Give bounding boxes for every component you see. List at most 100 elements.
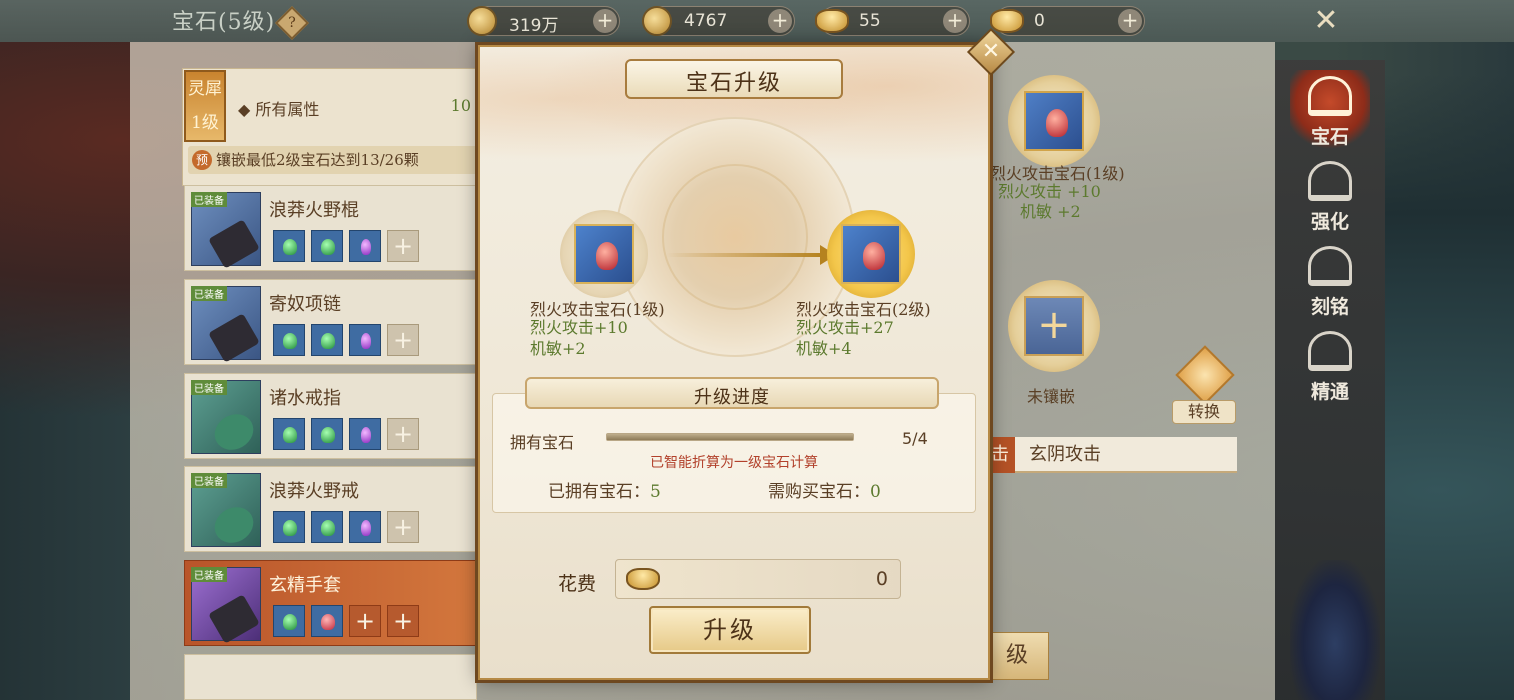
green-gem-icon: [283, 333, 297, 349]
empty-socket[interactable]: +: [1008, 280, 1100, 372]
add-gem-slot[interactable]: +: [387, 605, 419, 637]
convert-button[interactable]: 转换: [1172, 345, 1236, 426]
gem-nav-icon: [1308, 76, 1352, 116]
gem-slot[interactable]: [349, 511, 381, 543]
red-gem-icon: [1046, 109, 1068, 137]
equipment-name: 浪莽火野棍: [269, 200, 359, 221]
purple-gem-icon: [361, 333, 371, 349]
gem-slot[interactable]: [273, 418, 305, 450]
equipment-item-selected[interactable]: 已装备 玄精手套 + +: [184, 560, 477, 646]
add-gem-slot[interactable]: +: [387, 230, 419, 262]
gem-slot[interactable]: [311, 605, 343, 637]
owned-gems-label: 拥有宝石: [510, 433, 575, 452]
gem-slot[interactable]: [273, 511, 305, 543]
add-gem-slot[interactable]: +: [387, 418, 419, 450]
nav-enhance[interactable]: 强化: [1290, 155, 1370, 235]
lingxi-label: 灵犀: [188, 79, 222, 99]
empty-socket-label: 未镶嵌: [1027, 387, 1076, 406]
equipped-badge: 已装备: [191, 192, 227, 207]
resource-bound-ingot: 55 +: [815, 6, 970, 36]
current-gem-stat: 机敏+2: [530, 339, 586, 358]
equipment-item[interactable]: 已装备 浪莽火野棍 +: [184, 185, 477, 271]
cost-display: 0: [615, 559, 901, 599]
cost-label: 花费: [558, 573, 597, 595]
gem-slot[interactable]: [349, 324, 381, 356]
convert-label: 转换: [1172, 400, 1236, 424]
gem-frame: [1024, 91, 1084, 151]
resource-copper: 319万 +: [467, 6, 620, 36]
resource-value: 0: [1034, 11, 1045, 31]
gem-slot[interactable]: [311, 418, 343, 450]
gem-slot[interactable]: [311, 511, 343, 543]
green-gem-icon: [321, 333, 335, 349]
close-window-button[interactable]: ✕: [1306, 2, 1346, 42]
upgraded-gem-slot: [827, 210, 915, 298]
dialog-title-bar: 宝石升级: [625, 59, 843, 99]
red-gem-icon: [863, 242, 885, 270]
gem-slot[interactable]: [273, 230, 305, 262]
gold-ingot-icon: [990, 9, 1024, 33]
mastery-nav-icon: [1308, 331, 1352, 371]
resource-value: 4767: [684, 11, 728, 31]
upgrade-button-label: 升级: [703, 616, 757, 644]
green-gem-icon: [283, 427, 297, 443]
add-icon: +: [1024, 296, 1084, 356]
purple-gem-icon: [361, 427, 371, 443]
cost-value: 0: [875, 568, 888, 590]
add-copper-button[interactable]: +: [593, 9, 617, 33]
upgrade-button[interactable]: 升级: [649, 606, 811, 654]
green-gem-icon: [321, 520, 335, 536]
socketed-gem[interactable]: [1008, 75, 1100, 167]
gem-frame: [574, 224, 634, 284]
buy-gems-summary: 需购买宝石：0: [768, 482, 881, 502]
convert-icon: [1175, 345, 1235, 405]
equipment-item[interactable]: 已装备 诸水戒指 +: [184, 373, 477, 459]
enhance-nav-icon: [1308, 161, 1352, 201]
gem-slot[interactable]: [311, 324, 343, 356]
nav-engrave[interactable]: 刻铭: [1290, 240, 1370, 320]
green-gem-icon: [283, 520, 297, 536]
nav-mastery[interactable]: 精通: [1290, 325, 1370, 405]
equipped-badge: 已装备: [191, 567, 227, 582]
conversion-note: 已智能折算为一级宝石计算: [650, 455, 818, 471]
add-gem-slot[interactable]: +: [387, 511, 419, 543]
progress-title: 升级进度: [694, 387, 770, 408]
resource-gold-ingot: 0 +: [990, 6, 1145, 36]
gem-slot[interactable]: [349, 230, 381, 262]
gem-slot[interactable]: [311, 230, 343, 262]
tab-xuanyin-attack[interactable]: 玄阴攻击: [1023, 437, 1107, 473]
equipment-item[interactable]: 已装备 浪莽火野戒 +: [184, 466, 477, 552]
gem-slot[interactable]: [349, 418, 381, 450]
equipment-item[interactable]: [184, 654, 477, 700]
green-gem-icon: [283, 614, 297, 630]
add-gem-slot[interactable]: +: [349, 605, 381, 637]
red-gem-icon: [596, 242, 618, 270]
bottom-action-button[interactable]: 级: [985, 632, 1049, 680]
page-title: 宝石(5级): [172, 10, 276, 35]
purple-gem-icon: [361, 520, 371, 536]
purple-gem-icon: [361, 239, 371, 255]
add-gold-coin-button[interactable]: +: [768, 9, 792, 33]
gem-slot[interactable]: [273, 324, 305, 356]
current-gem-slot: [560, 210, 648, 298]
add-gem-slot[interactable]: +: [387, 324, 419, 356]
equipment-name: 寄奴项链: [269, 294, 341, 315]
equipment-item[interactable]: 已装备 寄奴项链 +: [184, 279, 477, 365]
gem-upgrade-dialog: 宝石升级 ✕ 烈火攻击宝石(1级) 烈火攻击+10 机敏+2 烈火攻击宝石(2级…: [478, 27, 1016, 680]
add-gold-ingot-button[interactable]: +: [1118, 9, 1142, 33]
upgrade-arrow-icon: [666, 245, 836, 265]
gem-slot[interactable]: [273, 605, 305, 637]
owned-gems-summary: 已拥有宝石：5: [548, 482, 661, 502]
nav-label: 强化: [1310, 211, 1349, 233]
nav-gem[interactable]: 宝石: [1290, 70, 1370, 150]
socketed-gem-stat: 机敏 +2: [1020, 202, 1081, 221]
ring-icon: [208, 500, 260, 550]
attribute-label: ◆ 所有属性: [238, 100, 320, 119]
engrave-nav-icon: [1308, 246, 1352, 286]
glove-icon: [208, 594, 260, 644]
ring-icon: [208, 407, 260, 457]
resource-gold-coin: 4767 +: [642, 6, 795, 36]
add-bound-ingot-button[interactable]: +: [943, 9, 967, 33]
bound-ingot-icon: [626, 568, 660, 590]
attribute-value: 10: [450, 96, 471, 115]
